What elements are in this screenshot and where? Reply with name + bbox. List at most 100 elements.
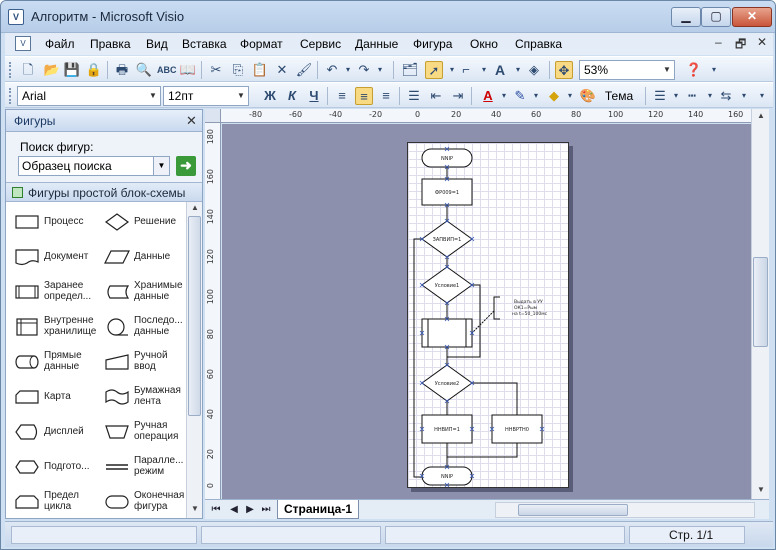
line-pattern-icon[interactable]: ┅ bbox=[683, 87, 701, 105]
scroll-thumb[interactable] bbox=[753, 257, 768, 347]
horizontal-scrollbar[interactable] bbox=[495, 502, 755, 518]
help-icon[interactable]: ❓ bbox=[685, 61, 703, 79]
close-icon[interactable]: ✕ bbox=[186, 113, 197, 129]
redo-dropdown-icon[interactable]: ▾ bbox=[371, 61, 389, 79]
save-icon[interactable]: 💾 bbox=[63, 61, 81, 79]
search-input[interactable]: Образец поиска ▼ bbox=[18, 156, 170, 176]
pointer-tool-icon[interactable]: ➚ bbox=[425, 61, 443, 79]
horizontal-ruler[interactable]: -80 -60 -40 -20 0 20 40 60 80 100 120 14… bbox=[205, 109, 751, 123]
scroll-thumb[interactable] bbox=[518, 504, 628, 516]
shape-terminator[interactable]: Оконечная фигура bbox=[100, 488, 186, 518]
menu-tools[interactable]: Сервис bbox=[300, 37, 341, 51]
permission-icon[interactable]: 🔒 bbox=[85, 61, 103, 79]
italic-button[interactable]: К bbox=[283, 87, 301, 105]
shape-sequential-data[interactable]: Последо... данные bbox=[100, 313, 186, 347]
vertical-ruler[interactable]: 180 160 140 120 100 80 60 40 20 0 bbox=[205, 123, 221, 499]
minimize-button[interactable]: ▁ bbox=[671, 7, 701, 27]
shape-manual-input[interactable]: Ручной ввод bbox=[100, 348, 186, 382]
chevron-down-icon[interactable]: ▼ bbox=[660, 61, 674, 79]
last-page-icon[interactable]: ⏭ bbox=[259, 503, 273, 517]
delete-icon[interactable]: ✕ bbox=[273, 61, 291, 79]
print-icon[interactable]: 🖶 bbox=[113, 61, 131, 79]
font-size-combo[interactable]: 12пт ▼ bbox=[163, 86, 249, 106]
theme-button[interactable]: Тема bbox=[599, 87, 639, 105]
open-folder-icon[interactable]: 📂 bbox=[43, 61, 61, 79]
font-name-combo[interactable]: Arial ▼ bbox=[17, 86, 161, 106]
shape-card[interactable]: Карта bbox=[10, 383, 96, 417]
toolbar-grip[interactable] bbox=[9, 62, 12, 78]
shape-parallel-mode[interactable]: Паралле... режим bbox=[100, 453, 186, 487]
connector-tool-icon[interactable]: ⌐ bbox=[457, 61, 475, 79]
scroll-up-icon[interactable]: ▲ bbox=[755, 111, 767, 120]
toolbar-options-icon[interactable]: ▾ bbox=[753, 87, 771, 105]
menu-window[interactable]: Окно bbox=[470, 37, 498, 51]
print-preview-icon[interactable]: 🔍 bbox=[135, 61, 153, 79]
flowchart-diagram[interactable]: NNIP ФР009=1 ЗАПВИП=1 Условие1 Условие2 … bbox=[408, 143, 570, 489]
doc-restore-button[interactable]: 🗗 bbox=[735, 35, 746, 56]
close-button[interactable]: ✕ bbox=[732, 7, 772, 27]
menu-shape[interactable]: Фигура bbox=[413, 37, 452, 51]
bold-button[interactable]: Ж bbox=[261, 87, 279, 105]
shapes-scrollbar[interactable]: ▲ ▼ bbox=[186, 202, 202, 518]
line-ends-dropdown-icon[interactable]: ▾ bbox=[735, 87, 753, 105]
vertical-scrollbar[interactable]: ▲ ▼ bbox=[751, 109, 769, 499]
scroll-up-icon[interactable]: ▲ bbox=[189, 203, 201, 215]
menu-view[interactable]: Вид bbox=[146, 37, 168, 51]
drawing-canvas[interactable]: NNIP ФР009=1 ЗАПВИП=1 Условие1 Условие2 … bbox=[222, 124, 751, 499]
doc-close-button[interactable]: ✕ bbox=[757, 35, 767, 49]
menu-data[interactable]: Данные bbox=[355, 37, 398, 51]
scroll-down-icon[interactable]: ▼ bbox=[755, 485, 767, 494]
visio-app-icon[interactable]: V bbox=[8, 9, 24, 25]
shape-data[interactable]: Данные bbox=[100, 243, 186, 277]
fill-color-dropdown-icon[interactable]: ▾ bbox=[561, 87, 579, 105]
shapes-window-icon[interactable]: 🗂 bbox=[401, 61, 419, 79]
tab-page-1[interactable]: Страница-1 bbox=[277, 500, 359, 519]
scroll-thumb[interactable] bbox=[188, 216, 201, 416]
shape-direct-data[interactable]: Прямые данные bbox=[10, 348, 96, 382]
shape-stored-data[interactable]: Хранимые данные bbox=[100, 278, 186, 312]
bullets-icon[interactable]: ☰ bbox=[405, 87, 423, 105]
theme-icon[interactable]: 🎨 bbox=[579, 87, 597, 105]
line-ends-icon[interactable]: ⇆ bbox=[717, 87, 735, 105]
research-icon[interactable]: 📖 bbox=[179, 61, 197, 79]
shape-process[interactable]: Процесс bbox=[10, 208, 96, 242]
shape-predefined-process[interactable]: Заранее определ... bbox=[10, 278, 96, 312]
cut-icon[interactable]: ✂ bbox=[207, 61, 225, 79]
document-menu-icon[interactable]: V bbox=[15, 36, 31, 51]
copy-icon[interactable]: ⎘ bbox=[229, 61, 247, 79]
decrease-indent-icon[interactable]: ⇤ bbox=[427, 87, 445, 105]
toolbar-options-icon[interactable]: ▾ bbox=[705, 61, 723, 79]
align-right-icon[interactable]: ≡ bbox=[377, 87, 395, 105]
pan-zoom-icon[interactable]: ✥ bbox=[555, 61, 573, 79]
doc-minimize-button[interactable]: – bbox=[715, 35, 722, 49]
line-color-dropdown-icon[interactable]: ▾ bbox=[527, 87, 545, 105]
text-tool-icon[interactable]: A bbox=[491, 61, 509, 79]
align-left-icon[interactable]: ≡ bbox=[333, 87, 351, 105]
next-page-icon[interactable]: ▶ bbox=[243, 503, 257, 517]
menu-edit[interactable]: Правка bbox=[90, 37, 131, 51]
paste-icon[interactable]: 📋 bbox=[251, 61, 269, 79]
first-page-icon[interactable]: ⏮ bbox=[209, 503, 223, 517]
scroll-down-icon[interactable]: ▼ bbox=[189, 504, 201, 516]
spelling-icon[interactable]: ABC bbox=[157, 61, 177, 79]
align-center-icon[interactable]: ≡ bbox=[355, 87, 373, 105]
increase-indent-icon[interactable]: ⇥ bbox=[449, 87, 467, 105]
shape-document[interactable]: Документ bbox=[10, 243, 96, 277]
chevron-down-icon[interactable]: ▼ bbox=[153, 157, 169, 175]
menu-help[interactable]: Справка bbox=[515, 37, 562, 51]
menu-insert[interactable]: Вставка bbox=[182, 37, 227, 51]
chevron-down-icon[interactable]: ▼ bbox=[146, 87, 160, 105]
shape-manual-operation[interactable]: Ручная операция bbox=[100, 418, 186, 452]
menu-file[interactable]: Файл bbox=[45, 37, 75, 51]
menu-format[interactable]: Формат bbox=[240, 37, 283, 51]
stencil-header[interactable]: Фигуры простой блок-схемы bbox=[6, 182, 202, 202]
shape-loop-limit[interactable]: Предел цикла bbox=[10, 488, 96, 518]
shape-internal-storage[interactable]: Внутренне хранилище bbox=[10, 313, 96, 347]
search-go-button[interactable]: ➜ bbox=[176, 156, 196, 176]
shape-preparation[interactable]: Подгото... bbox=[10, 453, 96, 487]
previous-page-icon[interactable]: ◀ bbox=[227, 503, 241, 517]
underline-button[interactable]: Ч bbox=[305, 87, 323, 105]
shape-decision[interactable]: Решение bbox=[100, 208, 186, 242]
maximize-button[interactable]: ▢ bbox=[701, 7, 731, 27]
shape-paper-tape[interactable]: Бумажная лента bbox=[100, 383, 186, 417]
